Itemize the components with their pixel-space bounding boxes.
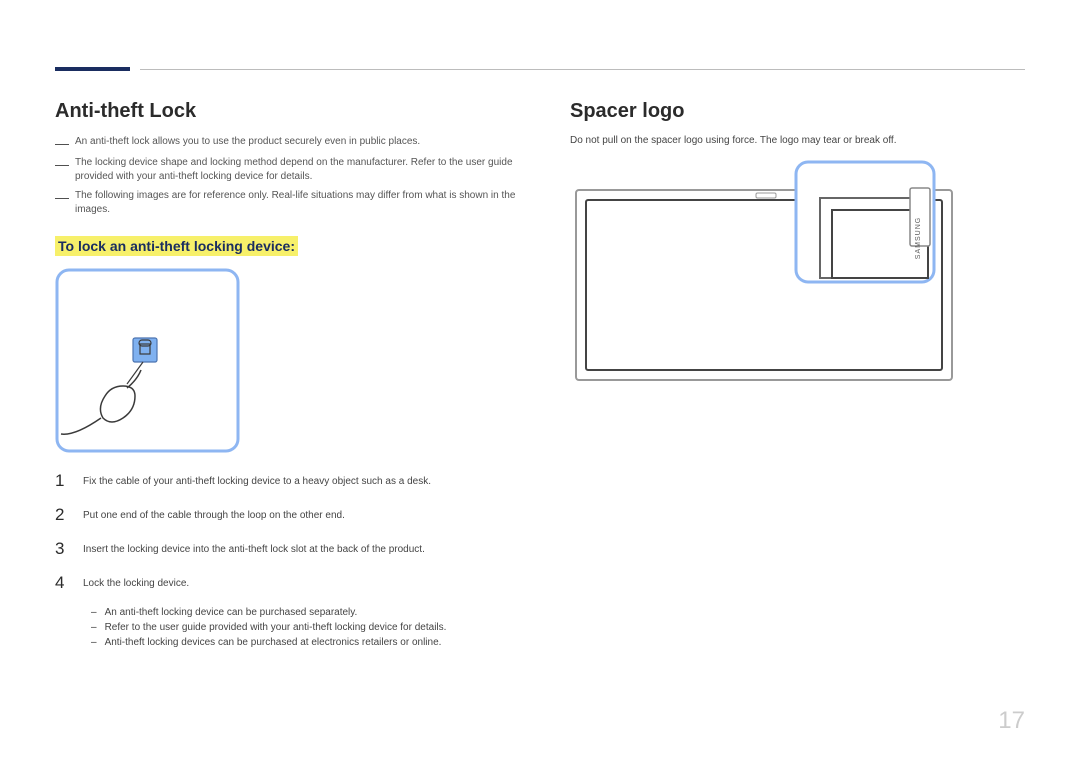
step-number: 1 bbox=[55, 471, 69, 491]
sub-bullet-text: Refer to the user guide provided with yo… bbox=[105, 622, 447, 633]
step-text: Lock the locking device. bbox=[83, 573, 189, 591]
step-number: 4 bbox=[55, 573, 69, 593]
note-text: An anti-theft lock allows you to use the… bbox=[75, 135, 420, 149]
note-item: ― The locking device shape and locking m… bbox=[55, 156, 525, 183]
sub-bullet: ‒ Anti-theft locking devices can be purc… bbox=[91, 637, 525, 648]
sub-bullet: ‒ An anti-theft locking device can be pu… bbox=[91, 607, 525, 618]
note-text: The locking device shape and locking met… bbox=[75, 156, 525, 183]
right-column: Spacer logo Do not pull on the spacer lo… bbox=[570, 100, 1025, 652]
dash-icon: ‒ bbox=[91, 622, 97, 633]
page-number: 17 bbox=[998, 707, 1025, 735]
note-item: ― The following images are for reference… bbox=[55, 189, 525, 216]
step-item: 4 Lock the locking device. bbox=[55, 573, 525, 593]
steps-list: 1 Fix the cable of your anti-theft locki… bbox=[55, 471, 525, 593]
step-item: 1 Fix the cable of your anti-theft locki… bbox=[55, 471, 525, 491]
dash-icon: ― bbox=[55, 136, 69, 150]
sub-heading: To lock an anti-theft locking device: bbox=[55, 236, 298, 256]
step-number: 2 bbox=[55, 505, 69, 525]
spacer-note: Do not pull on the spacer logo using for… bbox=[570, 135, 1025, 146]
dash-icon: ― bbox=[55, 157, 69, 171]
header-rule bbox=[55, 68, 1025, 70]
dash-icon: ‒ bbox=[91, 607, 97, 618]
step-item: 2 Put one end of the cable through the l… bbox=[55, 505, 525, 525]
dash-icon: ― bbox=[55, 190, 69, 204]
dash-icon: ‒ bbox=[91, 637, 97, 648]
sub-bullet: ‒ Refer to the user guide provided with … bbox=[91, 622, 525, 633]
spacer-logo-heading: Spacer logo bbox=[570, 100, 1025, 123]
sub-bullet-text: An anti-theft locking device can be purc… bbox=[105, 607, 358, 618]
lock-illustration bbox=[55, 268, 240, 453]
left-column: Anti-theft Lock ― An anti-theft lock all… bbox=[55, 100, 525, 652]
brand-text: SAMSUNG bbox=[915, 217, 922, 259]
step-item: 3 Insert the locking device into the ant… bbox=[55, 539, 525, 559]
step-text: Insert the locking device into the anti-… bbox=[83, 539, 425, 557]
sub-bullets: ‒ An anti-theft locking device can be pu… bbox=[91, 607, 525, 648]
step-number: 3 bbox=[55, 539, 69, 559]
note-text: The following images are for reference o… bbox=[75, 189, 525, 216]
anti-theft-heading: Anti-theft Lock bbox=[55, 100, 525, 123]
note-item: ― An anti-theft lock allows you to use t… bbox=[55, 135, 525, 150]
sub-bullet-text: Anti-theft locking devices can be purcha… bbox=[105, 637, 442, 648]
notes-list: ― An anti-theft lock allows you to use t… bbox=[55, 135, 525, 216]
step-text: Put one end of the cable through the loo… bbox=[83, 505, 345, 523]
spacer-logo-illustration: SAMSUNG bbox=[570, 158, 960, 388]
step-text: Fix the cable of your anti-theft locking… bbox=[83, 471, 431, 489]
